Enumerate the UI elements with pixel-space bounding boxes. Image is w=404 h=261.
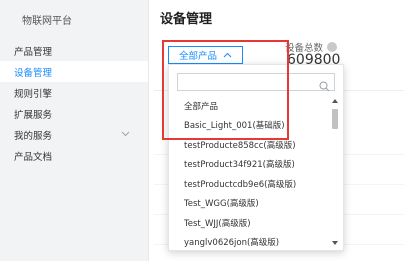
sidebar-item-extension-services[interactable]: 扩展服务 xyxy=(0,103,148,124)
scroll-down-arrow-icon[interactable] xyxy=(331,239,339,247)
sidebar-item-my-services[interactable]: 我的服务 xyxy=(0,124,148,145)
option-list: 全部产品 Basic_Light_001(基础版) testProducte85… xyxy=(169,96,333,252)
sidebar-item-label: 设备管理 xyxy=(14,67,53,79)
sidebar-item-product-docs[interactable]: 产品文档 xyxy=(0,145,148,166)
sidebar: 物联网平台 产品管理 设备管理 规则引擎 扩展服务 我的服务 产品文档 xyxy=(0,0,149,261)
product-dropdown: 全部产品 Basic_Light_001(基础版) testProducte85… xyxy=(168,64,344,251)
dropdown-option[interactable]: yanglv0626jon(高级版) xyxy=(169,233,333,253)
chevron-up-icon xyxy=(223,52,232,58)
dropdown-option[interactable]: Test_WGG(高级版) xyxy=(169,194,333,214)
dropdown-option[interactable]: testProducte858cc(高级版) xyxy=(169,135,333,155)
main-content: 设备管理 设备总数 609800 全部产品 全部产品 Basic_Light_0… xyxy=(148,0,404,261)
product-select-value: 全部产品 xyxy=(178,51,217,62)
scrollbar-thumb[interactable] xyxy=(332,109,338,129)
dropdown-scrollbar[interactable] xyxy=(331,97,339,247)
sidebar-item-device-management[interactable]: 设备管理 xyxy=(0,61,148,82)
sidebar-item-rule-engine[interactable]: 规则引擎 xyxy=(0,82,148,103)
dropdown-option[interactable]: testProduct34f921(高级版) xyxy=(169,155,333,175)
sidebar-menu: 产品管理 设备管理 规则引擎 扩展服务 我的服务 产品文档 xyxy=(0,40,148,166)
sidebar-item-label: 产品文档 xyxy=(14,151,53,163)
brand-title: 物联网平台 xyxy=(22,15,72,27)
sidebar-item-label: 规则引擎 xyxy=(14,88,53,100)
sidebar-item-label: 产品管理 xyxy=(14,46,53,58)
search-icon xyxy=(319,77,330,96)
sidebar-item-product-management[interactable]: 产品管理 xyxy=(0,40,148,61)
sidebar-item-label: 我的服务 xyxy=(14,130,53,142)
sidebar-item-label: 扩展服务 xyxy=(14,109,53,121)
dropdown-option[interactable]: Basic_Light_001(基础版) xyxy=(169,116,333,136)
info-icon[interactable] xyxy=(327,42,338,52)
dropdown-option[interactable]: Test_WJJ(高级版) xyxy=(169,213,333,233)
page-title: 设备管理 xyxy=(160,12,213,27)
device-total-value: 609800 xyxy=(287,52,341,64)
dropdown-option[interactable]: 全部产品 xyxy=(169,96,333,116)
dropdown-search-input[interactable] xyxy=(177,73,335,92)
dropdown-option[interactable]: testProductcdb9e6(高级版) xyxy=(169,174,333,194)
chevron-down-icon xyxy=(121,130,130,140)
product-select[interactable]: 全部产品 xyxy=(168,46,243,64)
scroll-up-arrow-icon[interactable] xyxy=(331,97,339,105)
